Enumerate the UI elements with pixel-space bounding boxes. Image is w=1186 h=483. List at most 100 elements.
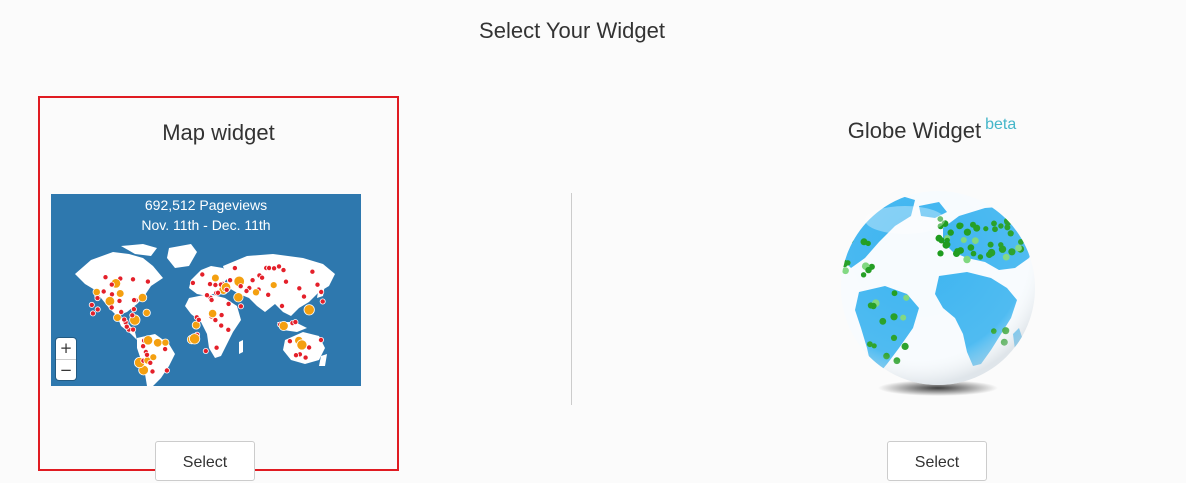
map-dot — [104, 295, 116, 307]
map-dot — [88, 301, 95, 308]
map-dot — [208, 309, 218, 319]
map-widget-preview: 692,512 Pageviews Nov. 11th - Dec. 11th … — [51, 194, 361, 386]
map-dot — [100, 288, 107, 295]
map-dot — [102, 274, 109, 281]
map-dot — [249, 277, 256, 284]
map-dot — [115, 289, 125, 298]
map-dot — [143, 335, 154, 346]
map-dot — [292, 352, 299, 359]
beta-badge: beta — [985, 116, 1017, 133]
map-dot — [129, 312, 136, 319]
map-dot — [140, 343, 147, 350]
map-dot — [89, 310, 96, 317]
map-dot — [189, 333, 201, 345]
map-dot — [225, 300, 232, 307]
globe-image — [841, 191, 1035, 396]
map-dot — [227, 277, 234, 284]
map-dot — [123, 323, 130, 330]
map-widget-title: Map widget — [162, 120, 275, 145]
map-dot — [144, 278, 151, 285]
map-dot — [231, 265, 238, 272]
map-dot — [195, 316, 202, 323]
map-dot — [280, 267, 287, 274]
map-dot — [317, 336, 324, 343]
zoom-out-icon[interactable]: − — [56, 360, 76, 381]
map-dot — [212, 282, 219, 289]
map-dot — [144, 351, 151, 358]
map-dot — [108, 281, 115, 288]
globe-dot — [1025, 220, 1032, 227]
map-dot — [147, 359, 154, 366]
map-dot — [303, 304, 315, 316]
map-dot — [292, 319, 299, 326]
zoom-in-icon[interactable]: + — [56, 338, 76, 360]
map-dot — [211, 273, 220, 283]
map-dot — [130, 326, 137, 333]
map-dot — [309, 268, 316, 275]
globe-widget-title: Globe Widget beta — [744, 116, 1120, 144]
map-dot — [116, 297, 123, 304]
map-dot — [286, 338, 293, 345]
map-dot — [266, 265, 273, 272]
map-dot — [149, 353, 158, 362]
map-dot — [162, 346, 169, 353]
map-dot — [259, 274, 266, 281]
map-dot — [306, 344, 313, 351]
page-title: Select Your Widget — [479, 18, 665, 43]
card-divider — [571, 193, 572, 405]
map-dot — [218, 312, 225, 319]
globe-widget-select-button[interactable]: Select — [887, 441, 987, 481]
map-dot — [282, 278, 289, 285]
pageviews-count: 692,512 Pageviews — [144, 197, 268, 213]
map-widget-card[interactable]: Map widget 692,512 Pageviews Nov. 11th -… — [38, 96, 399, 471]
zoom-control: + − — [56, 338, 76, 380]
map-dot — [278, 321, 289, 332]
map-dot — [189, 279, 196, 286]
map-dot — [300, 293, 307, 300]
globe-dot — [1011, 219, 1018, 225]
map-dot — [149, 368, 156, 375]
map-dot — [302, 354, 309, 361]
globe-widget-preview — [835, 188, 1045, 403]
map-dot — [296, 339, 308, 351]
map-dot — [202, 347, 209, 354]
map-dot — [203, 292, 210, 299]
map-dot — [130, 276, 137, 283]
map-dot — [94, 295, 101, 302]
map-dot — [275, 263, 282, 270]
map-dot — [319, 298, 326, 305]
map-dot — [269, 281, 278, 289]
map-dot — [214, 289, 221, 296]
map-dot — [318, 289, 325, 296]
map-dot — [118, 309, 125, 316]
map-dot — [265, 291, 272, 298]
map-dot — [213, 344, 220, 351]
map-dot — [161, 338, 170, 347]
map-dot — [225, 326, 232, 333]
date-range: Nov. 11th - Dec. 11th — [141, 217, 271, 233]
map-dot — [237, 303, 244, 310]
map-dot — [137, 292, 148, 303]
map-dot — [218, 322, 225, 329]
map-dot — [152, 338, 163, 348]
map-dot — [142, 308, 151, 317]
map-dot — [199, 271, 206, 278]
map-dot — [121, 316, 128, 323]
map-dot — [278, 303, 285, 310]
map-dot — [208, 297, 215, 304]
map-dot — [94, 306, 101, 313]
map-dot — [296, 285, 303, 292]
globe-dot — [1019, 225, 1026, 232]
map-dot — [271, 265, 278, 272]
map-dot — [113, 313, 122, 322]
map-dot — [92, 287, 101, 297]
map-dot — [251, 288, 260, 297]
map-dot — [131, 297, 138, 304]
map-caption: 692,512 Pageviews Nov. 11th - Dec. 11th — [51, 195, 361, 235]
map-dot — [206, 281, 213, 288]
map-dot — [243, 288, 250, 295]
globe-widget-title-text: Globe Widget — [847, 118, 982, 143]
map-dot — [108, 304, 115, 311]
map-dot — [314, 281, 321, 288]
map-widget-select-button[interactable]: Select — [155, 441, 255, 481]
